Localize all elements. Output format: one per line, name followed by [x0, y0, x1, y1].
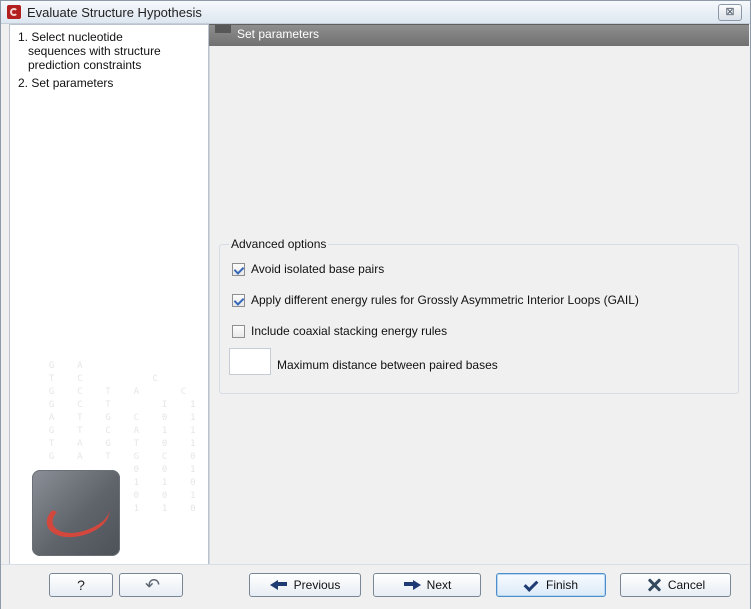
avoid-isolated-base-pairs-checkbox[interactable]	[232, 262, 245, 276]
maximum-distance-input[interactable]	[229, 348, 271, 375]
cancel-icon	[646, 577, 662, 593]
previous-button[interactable]: Previous	[249, 573, 361, 597]
step-2[interactable]: 2. Set parameters	[18, 76, 113, 91]
reset-icon	[143, 575, 160, 596]
help-icon: ?	[77, 577, 85, 593]
step-1-line-2: sequences with structure	[28, 44, 161, 58]
cancel-label: Cancel	[667, 578, 706, 592]
wizard-step-panel: 1. Select nucleotide sequences with stru…	[9, 24, 209, 566]
cancel-button[interactable]: Cancel	[620, 573, 731, 597]
section-header: Set parameters	[209, 24, 749, 48]
advanced-options-title: Advanced options	[229, 237, 329, 251]
maximum-distance-label: Maximum distance between paired bases	[277, 358, 498, 372]
gail-energy-rules-checkbox[interactable]	[232, 293, 245, 307]
coaxial-stacking-label: Include coaxial stacking energy rules	[251, 324, 448, 338]
gail-energy-rules-label: Apply different energy rules for Grossly…	[251, 293, 639, 307]
step-1-line-3: prediction constraints	[28, 58, 142, 72]
previous-label: Previous	[293, 578, 341, 592]
next-label: Next	[426, 578, 452, 592]
next-button[interactable]: Next	[373, 573, 481, 597]
dialog-window: Evaluate Structure Hypothesis ⊠ 1. Selec…	[0, 0, 751, 609]
avoid-isolated-base-pairs-option[interactable]: Avoid isolated base pairs	[232, 260, 384, 278]
finish-button[interactable]: Finish	[496, 573, 606, 597]
app-icon	[7, 5, 21, 19]
coaxial-stacking-checkbox[interactable]	[232, 324, 245, 338]
arrow-left-icon	[269, 579, 288, 591]
reset-button[interactable]	[119, 573, 183, 597]
app-logo	[32, 470, 120, 556]
arrow-right-icon	[403, 579, 421, 591]
check-icon	[524, 578, 540, 592]
title-bar: Evaluate Structure Hypothesis ⊠	[1, 1, 750, 24]
coaxial-stacking-option[interactable]: Include coaxial stacking energy rules	[232, 322, 447, 340]
avoid-isolated-base-pairs-label: Avoid isolated base pairs	[251, 262, 385, 276]
help-button[interactable]: ?	[49, 573, 113, 597]
finish-label: Finish	[545, 578, 578, 592]
header-tab-marker	[215, 25, 231, 33]
step-1-line-1[interactable]: 1. Select nucleotide	[18, 30, 123, 45]
close-button[interactable]: ⊠	[718, 4, 742, 21]
gail-energy-rules-option[interactable]: Apply different energy rules for Grossly…	[232, 291, 639, 309]
section-title: Set parameters	[237, 27, 320, 41]
window-title: Evaluate Structure Hypothesis	[27, 5, 202, 20]
